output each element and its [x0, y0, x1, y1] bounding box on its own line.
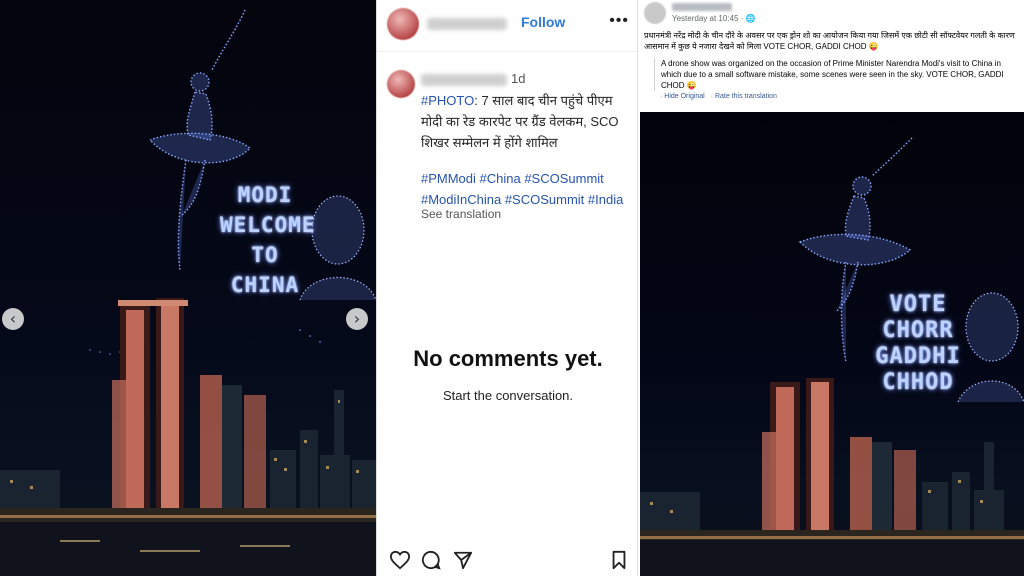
rate-translation-link[interactable]: · Rate this translation: [711, 93, 777, 100]
more-dots-icon[interactable]: •••: [609, 12, 629, 30]
post-time: 1d: [511, 71, 526, 86]
twin-towers: [762, 378, 916, 532]
city-night-scene: [0, 9, 376, 576]
comparison-collage: MODI WELCOME TO CHINA ‹ › Follow ••• 1d …: [0, 0, 1024, 576]
avatar[interactable]: [644, 2, 666, 24]
instagram-post-image[interactable]: MODI WELCOME TO CHINA ‹ ›: [0, 0, 376, 576]
facebook-post-image[interactable]: VOTE CHORR GADDHI CHHOD: [640, 112, 1024, 576]
drone-text-vote-chor: VOTE CHORR GADDHI CHHOD: [866, 292, 970, 396]
drone-line: VOTE: [889, 292, 947, 317]
drone-text-welcome: MODI WELCOME TO CHINA: [220, 180, 316, 300]
drone-line: MODI: [237, 183, 293, 207]
follow-button[interactable]: Follow: [521, 14, 565, 30]
drone-line: GADDHI: [875, 344, 961, 369]
heart-icon[interactable]: [389, 550, 411, 570]
username-blurred[interactable]: [672, 3, 732, 11]
comment-icon[interactable]: [421, 550, 441, 570]
facebook-post-panel: Yesterday at 10:45 · 🌐 प्रधानमंत्री नरें…: [640, 0, 1024, 576]
portrait-drone: [299, 195, 376, 301]
post-header: Follow •••: [377, 0, 639, 52]
hashtag-list[interactable]: #PMModi #China #SCOSummit #ModiInChina #…: [421, 168, 633, 210]
hide-original-link[interactable]: · Hide Original: [660, 93, 705, 100]
post-actions-bar: [377, 540, 639, 576]
username-blurred[interactable]: [421, 74, 507, 86]
drone-line: CHHOD: [882, 370, 954, 395]
see-translation-link[interactable]: See translation: [421, 207, 501, 221]
share-icon[interactable]: [453, 550, 473, 570]
translation-links: · Hide Original · Rate this translation: [660, 93, 781, 100]
username-blurred[interactable]: [427, 18, 507, 30]
instagram-post-panel: Follow ••• 1d #PHOTO: 7 साल बाद चीन पहुं…: [376, 0, 639, 576]
avatar[interactable]: [387, 8, 419, 40]
post-text-original: प्रधानमंत्री नरेंद्र मोदी के चीन दौरे के…: [644, 31, 1015, 51]
hashtag-line[interactable]: #PMModi #China #SCOSummit: [421, 168, 633, 189]
drone-line: WELCOME: [220, 213, 316, 237]
chevron-right-icon[interactable]: ›: [346, 308, 368, 330]
hashtag-link[interactable]: #PHOTO: [421, 93, 474, 108]
drone-line: TO: [251, 243, 279, 267]
bookmark-icon[interactable]: [611, 550, 627, 570]
start-conversation-text: Start the conversation.: [442, 388, 574, 403]
drone-line: CHORR: [882, 318, 954, 343]
chevron-left-icon[interactable]: ‹: [2, 308, 24, 330]
post-time: Yesterday at 10:45 · 🌐: [672, 14, 756, 23]
globe-icon: 🌐: [745, 14, 756, 23]
no-comments-heading: No comments yet.: [413, 346, 603, 371]
post-text-translation: A drone show was organized on the occasi…: [654, 58, 1020, 91]
post-caption: #PHOTO: 7 साल बाद चीन पहुंचे पीएम मोदी क…: [421, 90, 633, 153]
commenter-avatar[interactable]: [387, 70, 415, 98]
post-time-text: Yesterday at 10:45 ·: [672, 14, 746, 23]
drone-line: CHINA: [230, 273, 300, 297]
twin-towers: [112, 298, 266, 510]
